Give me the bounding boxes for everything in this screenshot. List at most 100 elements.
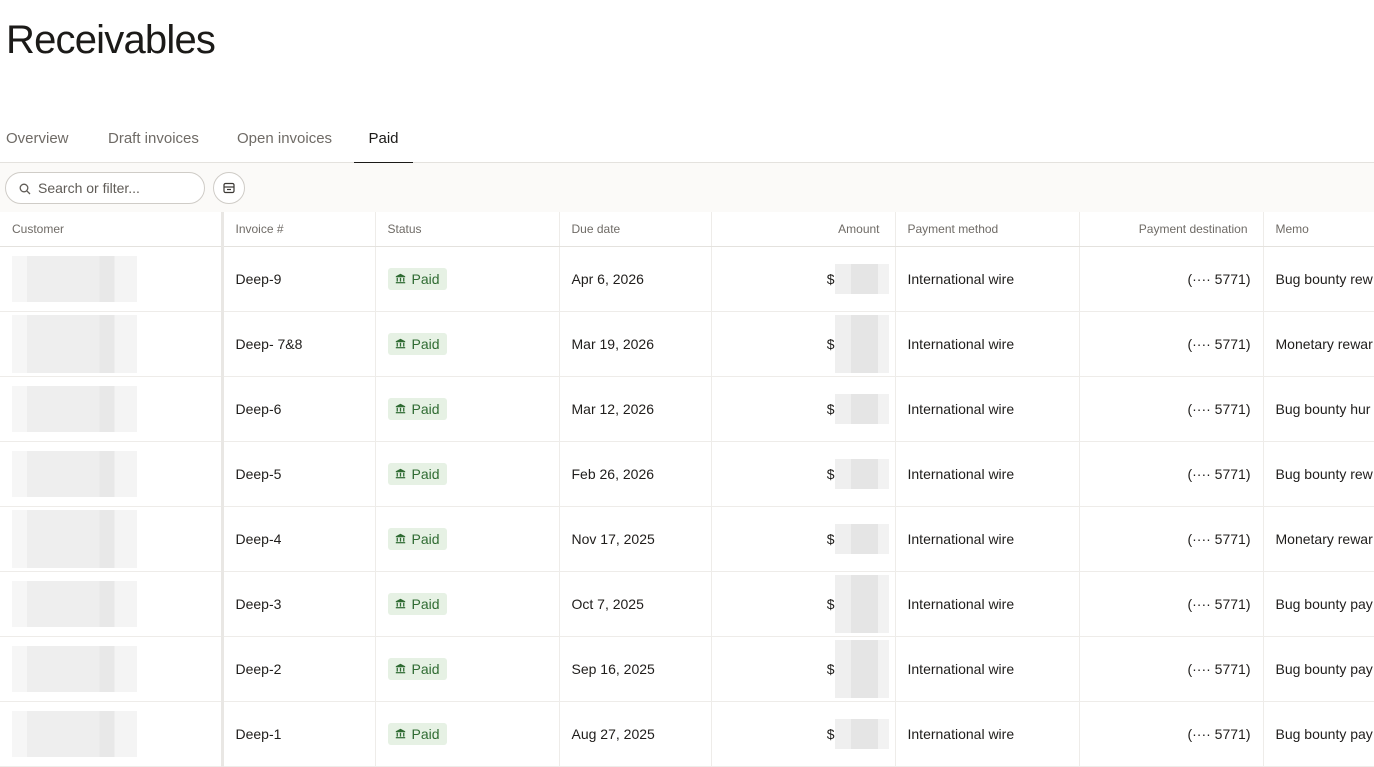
redacted-customer (12, 710, 137, 757)
tab-open-invoices[interactable]: Open invoices (237, 118, 332, 162)
table-row[interactable]: Deep-2 Paid Sep 16, 2025 $ International… (0, 636, 1374, 702)
redacted-customer (12, 509, 137, 568)
status-badge: Paid (387, 722, 447, 745)
status-badge: Paid (387, 332, 447, 355)
invoice-number[interactable]: Deep-9 (222, 246, 376, 312)
redacted-customer (12, 580, 137, 627)
column-header-due-date[interactable]: Due date (559, 212, 712, 247)
table-row[interactable]: Deep- 7&8 Paid Mar 19, 2026 $ Internatio… (0, 311, 1374, 377)
status-cell: Paid (375, 311, 560, 377)
invoice-number[interactable]: Deep-2 (222, 636, 376, 702)
amount-currency: $ (826, 335, 835, 352)
search-icon (19, 183, 31, 195)
customer-cell[interactable] (0, 311, 224, 377)
filter-button[interactable] (213, 172, 245, 204)
payment-method: International wire (895, 311, 1080, 377)
table-toolbar (0, 163, 1374, 212)
column-header-payment-destination[interactable]: Payment destination (1079, 212, 1264, 247)
table-row[interactable]: Deep-3 Paid Oct 7, 2025 $ International … (0, 571, 1374, 637)
table-row[interactable]: Deep-9 Paid Apr 6, 2026 $ International … (0, 246, 1374, 312)
invoices-table: Customer Invoice # Status Due date Amoun… (0, 212, 1374, 767)
status-badge: Paid (387, 267, 447, 290)
due-date: Feb 26, 2026 (559, 441, 712, 507)
customer-cell[interactable] (0, 571, 224, 637)
invoice-number[interactable]: Deep-3 (222, 571, 376, 637)
due-date: Aug 27, 2025 (559, 701, 712, 767)
table-row[interactable]: Deep-1 Paid Aug 27, 2025 $ International… (0, 701, 1374, 767)
amount-cell: $ (711, 506, 896, 572)
amount-currency: $ (826, 270, 835, 287)
redacted-amount (834, 574, 889, 633)
tab-overview[interactable]: Overview (6, 118, 69, 162)
tab-draft-invoices[interactable]: Draft invoices (108, 118, 199, 162)
payment-destination: (···· 5771) (1079, 376, 1264, 442)
search-input[interactable] (38, 178, 198, 198)
due-date: Mar 12, 2026 (559, 376, 712, 442)
column-header-invoice[interactable]: Invoice # (222, 212, 376, 247)
column-header-customer[interactable]: Customer (0, 212, 224, 247)
status-label: Paid (411, 725, 440, 742)
amount-currency: $ (826, 725, 835, 742)
amount-cell: $ (711, 701, 896, 767)
amount-currency: $ (826, 660, 835, 677)
status-label: Paid (411, 595, 440, 612)
invoice-number[interactable]: Deep-1 (222, 701, 376, 767)
due-date: Nov 17, 2025 (559, 506, 712, 572)
table-row[interactable]: Deep-4 Paid Nov 17, 2025 $ International… (0, 506, 1374, 572)
payment-method: International wire (895, 636, 1080, 702)
amount-cell: $ (711, 246, 896, 312)
column-header-payment-method[interactable]: Payment method (895, 212, 1080, 247)
redacted-amount (834, 523, 889, 554)
customer-cell[interactable] (0, 636, 224, 702)
bank-icon (395, 468, 405, 479)
invoice-number[interactable]: Deep- 7&8 (222, 311, 376, 377)
table-row[interactable]: Deep-6 Paid Mar 12, 2026 $ International… (0, 376, 1374, 442)
memo: Bug bounty rew (1263, 246, 1374, 312)
payment-method: International wire (895, 571, 1080, 637)
redacted-amount (834, 393, 889, 424)
status-label: Paid (411, 270, 440, 287)
bank-icon (395, 598, 405, 609)
invoice-number[interactable]: Deep-5 (222, 441, 376, 507)
customer-cell[interactable] (0, 441, 224, 507)
status-label: Paid (411, 400, 440, 417)
payment-method: International wire (895, 701, 1080, 767)
payment-destination: (···· 5771) (1079, 571, 1264, 637)
column-header-memo[interactable]: Memo (1263, 212, 1374, 247)
status-cell: Paid (375, 571, 560, 637)
redacted-customer (12, 314, 137, 373)
status-badge: Paid (387, 592, 447, 615)
amount-currency: $ (826, 400, 835, 417)
search-box[interactable] (5, 172, 205, 204)
redacted-customer (12, 385, 137, 432)
column-header-amount[interactable]: Amount (711, 212, 896, 247)
amount-cell: $ (711, 376, 896, 442)
memo: Bug bounty hur (1263, 376, 1374, 442)
status-label: Paid (411, 530, 440, 547)
customer-cell[interactable] (0, 246, 224, 312)
bank-icon (395, 663, 405, 674)
tab-bar: Overview Draft invoices Open invoices Pa… (0, 118, 1374, 164)
bank-icon (395, 728, 405, 739)
tab-paid[interactable]: Paid (354, 118, 413, 164)
customer-cell[interactable] (0, 701, 224, 767)
payment-destination: (···· 5771) (1079, 636, 1264, 702)
payment-destination: (···· 5771) (1079, 246, 1264, 312)
column-header-status[interactable]: Status (375, 212, 560, 247)
memo: Monetary rewar (1263, 311, 1374, 377)
redacted-amount (834, 314, 889, 373)
customer-cell[interactable] (0, 376, 224, 442)
amount-currency: $ (826, 530, 835, 547)
redacted-amount (834, 718, 889, 749)
invoice-number[interactable]: Deep-6 (222, 376, 376, 442)
payment-method: International wire (895, 506, 1080, 572)
status-cell: Paid (375, 506, 560, 572)
bank-icon (395, 533, 405, 544)
invoice-number[interactable]: Deep-4 (222, 506, 376, 572)
bank-icon (395, 338, 405, 349)
customer-cell[interactable] (0, 506, 224, 572)
filter-table-icon (223, 182, 235, 194)
table-row[interactable]: Deep-5 Paid Feb 26, 2026 $ International… (0, 441, 1374, 507)
status-label: Paid (411, 335, 440, 352)
amount-cell: $ (711, 441, 896, 507)
